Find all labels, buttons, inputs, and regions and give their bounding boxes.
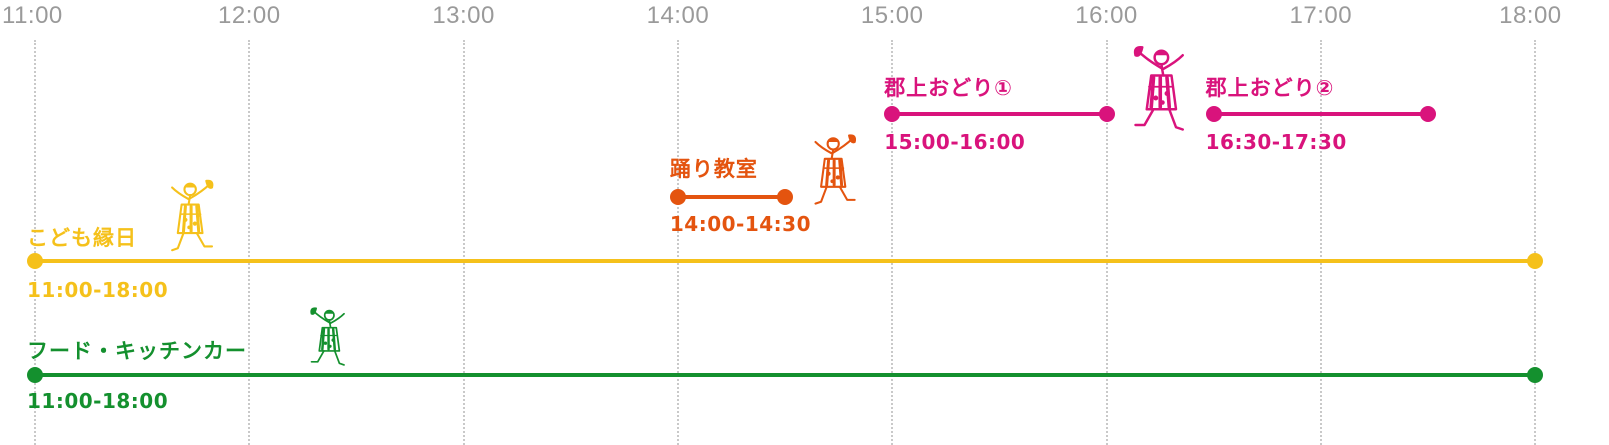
event-bar-dance-class [677, 195, 786, 199]
dancer-icon [808, 126, 864, 214]
event-title-food-truck: フード・キッチンカー [27, 339, 247, 363]
event-start-dot [669, 189, 686, 205]
event-time-gujo-2: 16:30-17:30 [1205, 130, 1347, 154]
hour-label: 15:00 [860, 2, 924, 29]
hour-label: 16:00 [1075, 2, 1138, 29]
event-title-gujo-2: 郡上おどり② [1205, 76, 1335, 100]
event-bar-food-truck [35, 373, 1536, 377]
hour-label: 18:00 [1499, 2, 1562, 29]
hour-label: 12:00 [218, 2, 281, 29]
hour-gridline [1105, 40, 1108, 445]
hour-label: 17:00 [1289, 2, 1353, 29]
hour-label: 14:00 [646, 2, 710, 29]
event-bar-gujo-1 [892, 112, 1107, 116]
hour-label: 13:00 [432, 2, 495, 29]
event-start-dot [27, 367, 43, 383]
event-time-food-truck: 11:00-18:00 [27, 389, 169, 413]
event-start-dot [27, 253, 43, 269]
hour-label: 11:00 [2, 2, 63, 29]
event-time-gujo-1: 15:00-16:00 [884, 130, 1026, 154]
dancer-icon [292, 306, 362, 368]
schedule-timeline: 11:00 12:00 13:00 14:00 15:00 16:00 17:00 18:00… [0, 0, 1609, 445]
event-end-dot [1419, 106, 1436, 122]
hour-gridline [1534, 40, 1537, 445]
event-end-dot [1527, 367, 1544, 383]
dancer-icon [160, 178, 226, 254]
event-start-dot [884, 106, 901, 122]
event-end-dot [777, 189, 794, 205]
hour-gridline [676, 40, 679, 445]
hour-gridline [248, 40, 251, 445]
event-time-dance-class: 14:00-14:30 [669, 212, 812, 236]
event-start-dot [1205, 106, 1222, 122]
event-bar-gujo-2 [1213, 112, 1428, 116]
event-title-dance-class: 踊り教室 [669, 157, 758, 181]
event-time-kids-fair: 11:00-18:00 [27, 278, 169, 302]
event-end-dot [1098, 106, 1115, 122]
event-title-kids-fair: こども縁日 [27, 226, 137, 250]
event-bar-kids-fair [35, 259, 1536, 263]
event-title-gujo-1: 郡上おどり① [884, 76, 1013, 100]
event-end-dot [1527, 253, 1544, 269]
hour-gridline [462, 40, 465, 445]
dancer-icon [1122, 44, 1194, 134]
